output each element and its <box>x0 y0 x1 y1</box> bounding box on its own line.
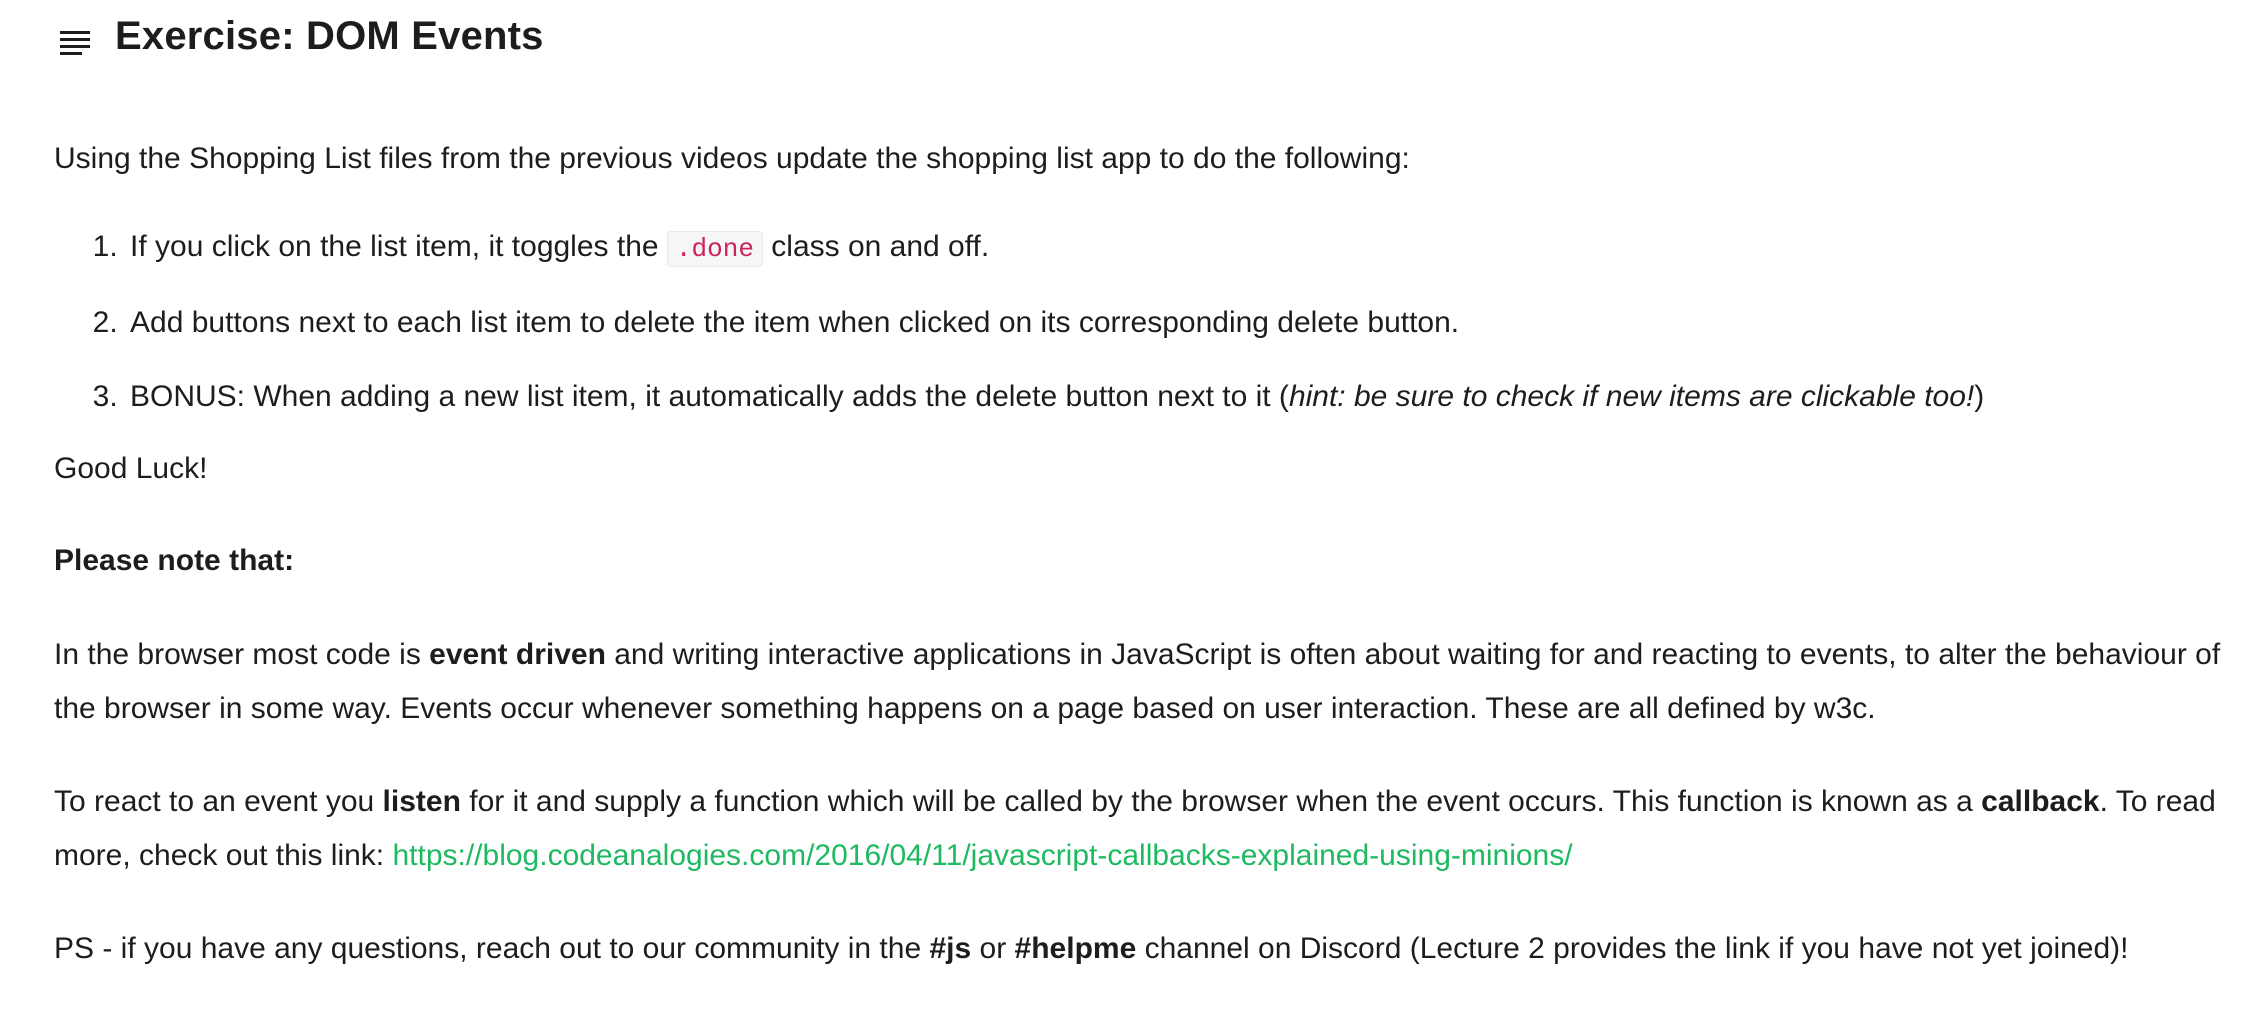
note-heading: Please note that: <box>54 544 295 577</box>
task-1-text-after: class on and off. <box>762 230 990 263</box>
event-driven-paragraph: In the browser most code is event driven… <box>54 628 2234 736</box>
task-item-3: BONUS: When adding a new list item, it a… <box>126 370 2234 424</box>
listen-bold: listen <box>382 785 461 818</box>
task-1-text-before: If you click on the list item, it toggle… <box>130 230 667 263</box>
page-title: Exercise: DOM Events <box>115 14 544 58</box>
good-luck-text: Good Luck! <box>54 452 208 485</box>
para1-before: In the browser most code is <box>54 638 430 671</box>
task-2-text: Add buttons next to each list item to de… <box>130 306 1460 339</box>
ps-or: or <box>971 932 1015 965</box>
event-driven-bold: event driven <box>429 638 606 671</box>
task-item-2: Add buttons next to each list item to de… <box>126 296 2234 350</box>
ps-before: PS - if you have any questions, reach ou… <box>54 932 930 965</box>
task-item-1: If you click on the list item, it toggle… <box>126 220 2234 276</box>
para2-before: To react to an event you <box>54 785 383 818</box>
ps-paragraph: PS - if you have any questions, reach ou… <box>54 922 2234 976</box>
task-3-text-before: BONUS: When adding a new list item, it a… <box>130 380 1289 413</box>
lecture-content: Using the Shopping List files from the p… <box>54 132 2234 976</box>
ps-after: channel on Discord (Lecture 2 provides t… <box>1136 932 2129 965</box>
done-class-code: .done <box>666 231 763 267</box>
intro-text: Using the Shopping List files from the p… <box>54 142 1410 175</box>
callback-paragraph: To react to an event you listen for it a… <box>54 775 2234 883</box>
task-3-hint: hint: be sure to check if new items are … <box>1288 380 1975 413</box>
list-menu-icon[interactable] <box>58 28 92 56</box>
para2-middle: for it and supply a function which will … <box>460 785 1982 818</box>
callback-bold: callback <box>1981 785 2100 818</box>
callbacks-article-link[interactable]: https://blog.codeanalogies.com/2016/04/1… <box>392 839 1572 872</box>
task-3-text-after: ) <box>1974 380 1985 413</box>
js-channel-tag: #js <box>929 932 972 965</box>
task-list: If you click on the list item, it toggle… <box>54 220 2234 424</box>
helpme-channel-tag: #helpme <box>1014 932 1137 965</box>
